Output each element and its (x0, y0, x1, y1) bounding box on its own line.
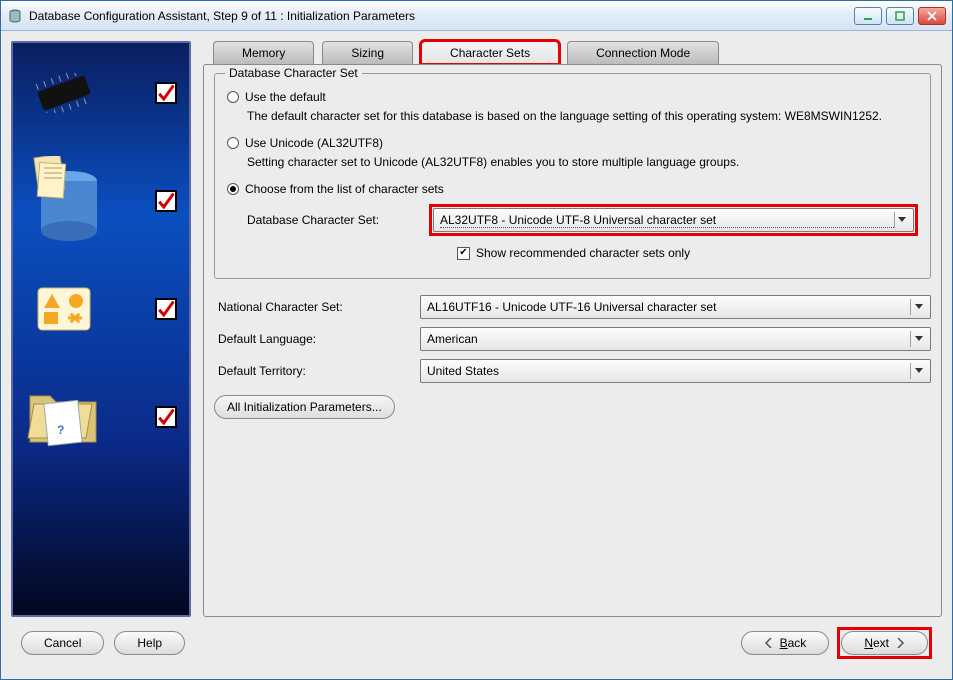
help-button[interactable]: Help (114, 631, 185, 655)
back-button[interactable]: Back (741, 631, 830, 655)
db-charset-label: Database Character Set: (247, 213, 417, 227)
tab-sizing[interactable]: Sizing (322, 41, 413, 64)
close-button[interactable] (918, 7, 946, 25)
step-check-icon (155, 190, 177, 212)
all-init-params-button[interactable]: All Initialization Parameters... (214, 395, 395, 419)
use-default-description: The default character set for this datab… (247, 108, 918, 124)
chevron-down-icon (894, 212, 910, 228)
chevron-down-icon (910, 331, 926, 347)
national-charset-label: National Character Set: (218, 300, 408, 314)
show-recommended-label: Show recommended character sets only (476, 246, 690, 260)
default-language-value: American (427, 332, 478, 346)
chevron-down-icon (910, 299, 926, 315)
chevron-right-icon (895, 638, 905, 648)
wizard-footer: Cancel Help Back Next (11, 617, 942, 669)
group-legend: Database Character Set (225, 66, 362, 80)
national-charset-select[interactable]: AL16UTF16 - Unicode UTF-16 Universal cha… (420, 295, 931, 319)
radio-use-default[interactable] (227, 91, 239, 103)
tab-character-sets[interactable]: Character Sets (421, 41, 559, 64)
tab-memory[interactable]: Memory (213, 41, 314, 64)
radio-use-unicode-label: Use Unicode (AL32UTF8) (245, 136, 383, 150)
next-button[interactable]: Next (841, 631, 928, 655)
step-check-icon (155, 298, 177, 320)
minimize-button[interactable] (854, 7, 882, 25)
database-charset-group: Database Character Set Use the default T… (214, 73, 931, 279)
cancel-button[interactable]: Cancel (21, 631, 104, 655)
radio-choose-list[interactable] (227, 183, 239, 195)
radio-use-unicode[interactable] (227, 137, 239, 149)
folder-question-icon: ? (19, 377, 109, 457)
default-language-select[interactable]: American (420, 327, 931, 351)
db-charset-select[interactable]: AL32UTF8 - Unicode UTF-8 Universal chara… (433, 208, 914, 232)
national-charset-value: AL16UTF16 - Unicode UTF-16 Universal cha… (427, 300, 716, 314)
window-title: Database Configuration Assistant, Step 9… (29, 9, 854, 23)
use-unicode-description: Setting character set to Unicode (AL32UT… (247, 154, 918, 170)
database-files-icon (19, 161, 109, 241)
show-recommended-checkbox[interactable]: ✔ (457, 247, 470, 260)
step-check-icon (155, 82, 177, 104)
default-territory-select[interactable]: United States (420, 359, 931, 383)
shapes-icon (19, 269, 109, 349)
default-territory-label: Default Territory: (218, 364, 408, 378)
titlebar: Database Configuration Assistant, Step 9… (1, 1, 952, 31)
step-check-icon (155, 406, 177, 428)
radio-use-default-label: Use the default (245, 90, 326, 104)
svg-text:?: ? (57, 423, 64, 437)
tabs: Memory Sizing Character Sets Connection … (203, 41, 942, 64)
db-charset-value: AL32UTF8 - Unicode UTF-8 Universal chara… (440, 213, 894, 228)
chevron-down-icon (910, 363, 926, 379)
tab-connection-mode[interactable]: Connection Mode (567, 41, 719, 64)
default-territory-value: United States (427, 364, 499, 378)
tab-panel: Database Character Set Use the default T… (203, 64, 942, 617)
wizard-sidebar: ? (11, 41, 191, 617)
default-language-label: Default Language: (218, 332, 408, 346)
maximize-button[interactable] (886, 7, 914, 25)
radio-choose-list-label: Choose from the list of character sets (245, 182, 444, 196)
chip-icon (19, 53, 109, 133)
app-icon (7, 8, 23, 24)
chevron-left-icon (764, 638, 774, 648)
